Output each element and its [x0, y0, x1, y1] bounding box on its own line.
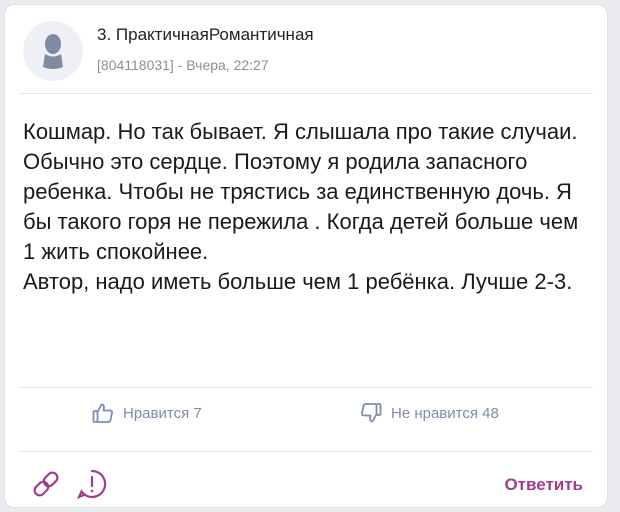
comment-footer: Ответить	[5, 463, 607, 507]
dislike-button[interactable]: Не нравится 48	[359, 401, 499, 425]
avatar[interactable]	[23, 21, 83, 81]
comment-time: Вчера, 22:27	[186, 57, 269, 73]
comment-header: 3. ПрактичнаяРомантичная [804118031] - В…	[23, 19, 589, 85]
dislike-label: Не нравится 48	[391, 404, 499, 422]
report-button[interactable]	[75, 467, 109, 506]
author-name[interactable]: 3. ПрактичнаяРомантичная	[97, 25, 314, 45]
header-divider	[19, 93, 593, 94]
like-label: Нравится 7	[123, 404, 202, 422]
comment-paragraph: Кошмар. Но так бывает. Я слышала про так…	[23, 119, 579, 264]
link-button[interactable]	[29, 467, 63, 506]
body-divider	[19, 387, 593, 388]
comment-meta: [804118031] - Вчера, 22:27	[97, 57, 269, 73]
reply-button[interactable]: Ответить	[504, 475, 583, 495]
reactions-divider	[19, 451, 593, 452]
exclamation-circle-icon	[76, 469, 107, 500]
user-silhouette-icon	[43, 34, 63, 69]
comment-card: 3. ПрактичнаяРомантичная [804118031] - В…	[4, 4, 608, 508]
comment-text: Кошмар. Но так бывает. Я слышала про так…	[23, 117, 593, 297]
meta-separator: -	[173, 57, 187, 73]
thumbs-down-icon	[361, 403, 382, 423]
like-button[interactable]: Нравится 7	[91, 401, 202, 425]
thumbs-up-icon	[92, 403, 113, 423]
comment-id: [804118031]	[97, 57, 174, 73]
link-icon	[33, 471, 59, 497]
comment-paragraph: Автор, надо иметь больше чем 1 ребёнка. …	[23, 269, 573, 294]
reactions-bar: Нравится 7 Не нравится 48	[5, 393, 607, 437]
